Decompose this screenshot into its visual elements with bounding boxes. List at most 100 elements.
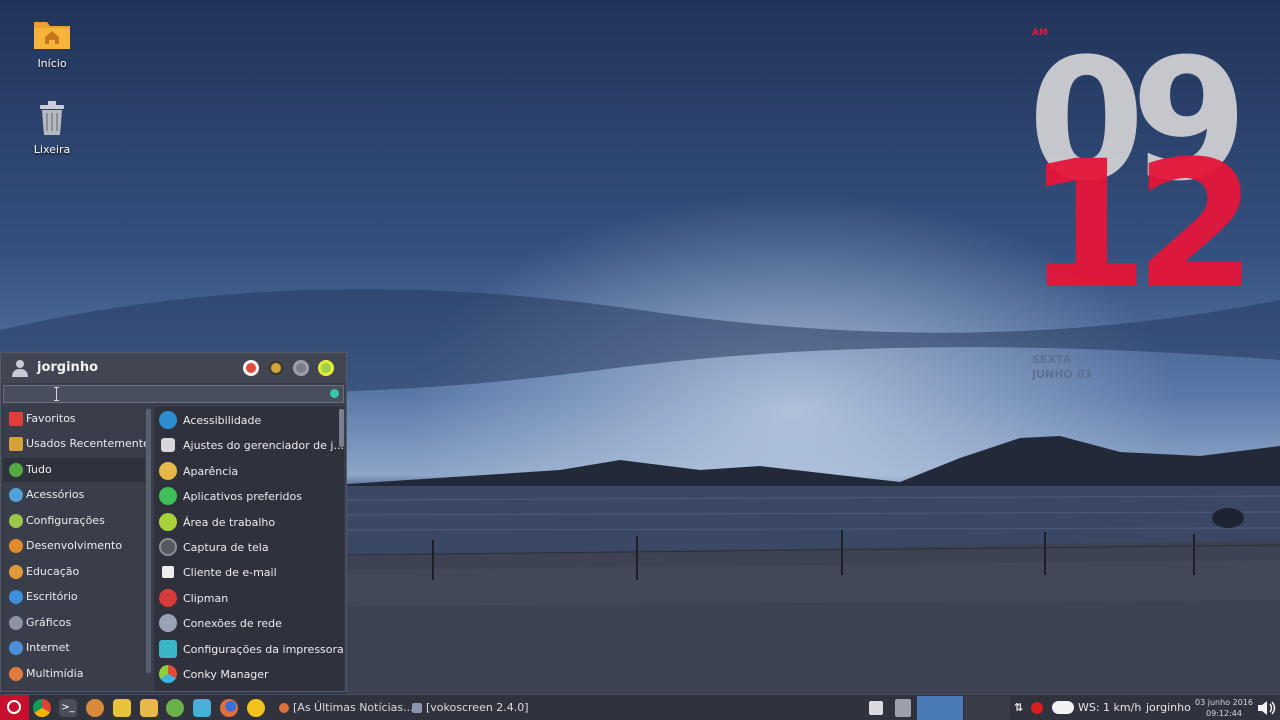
app-label: Ajustes do gerenciador de j... — [183, 439, 344, 452]
app-acessibilidade[interactable]: Acessibilidade — [154, 408, 338, 432]
category-label: Educação — [26, 565, 80, 578]
graphics-icon — [9, 616, 23, 630]
category-configuracoes[interactable]: Configurações — [3, 509, 145, 533]
category-internet[interactable]: Internet — [3, 636, 145, 660]
internet-icon — [9, 641, 23, 655]
category-acessorios[interactable]: Acessórios — [3, 483, 145, 507]
browser-task-icon — [279, 703, 289, 713]
network-transfer-icon[interactable]: ⇅ — [1014, 701, 1023, 714]
power-icon[interactable] — [318, 360, 334, 376]
chrome-icon[interactable] — [33, 699, 51, 717]
workspace-2[interactable] — [964, 696, 1010, 720]
app-conky-manager[interactable]: Conky Manager — [154, 662, 338, 686]
app-ajustes-gerenciador-janelas[interactable]: Ajustes do gerenciador de j... — [154, 433, 344, 457]
workspace-1[interactable] — [917, 696, 963, 720]
tray-date: 03 junho 2016 — [1195, 698, 1253, 707]
education-icon — [9, 565, 23, 579]
app-cliente-de-email[interactable]: Cliente de e-mail — [154, 560, 338, 584]
desktop-icon-trash-label: Lixeira — [33, 143, 71, 156]
category-label: Desenvolvimento — [26, 539, 123, 552]
screenshot-icon — [159, 538, 177, 556]
task-vokoscreen-label: [vokoscreen 2.4.0] — [426, 701, 529, 714]
email-icon — [162, 566, 174, 578]
text-cursor-icon — [54, 387, 59, 401]
trash-icon[interactable] — [895, 699, 911, 717]
tray-clock[interactable]: 03 junho 2016 09:12:44 — [1194, 697, 1254, 719]
category-scrollbar[interactable] — [146, 409, 151, 673]
file-manager-icon[interactable] — [140, 699, 158, 717]
window-manager-icon — [161, 438, 175, 452]
text-editor-icon[interactable] — [193, 699, 211, 717]
category-desenvolvimento[interactable]: Desenvolvimento — [3, 534, 145, 558]
office-icon — [9, 590, 23, 604]
category-label: Internet — [26, 641, 70, 654]
firefox-icon[interactable] — [220, 699, 238, 717]
tray-username: jorginho — [1146, 701, 1191, 714]
app-clipman[interactable]: Clipman — [154, 586, 338, 610]
logout-icon[interactable] — [293, 360, 309, 376]
notes-icon[interactable] — [113, 699, 131, 717]
category-favoritos[interactable]: Favoritos — [3, 407, 145, 431]
app-label: Captura de tela — [183, 541, 269, 554]
preferred-apps-icon — [159, 487, 177, 505]
category-multimidia[interactable]: Multimídia — [3, 662, 145, 686]
gimp-icon[interactable] — [86, 699, 104, 717]
menu-search-input[interactable] — [3, 385, 344, 403]
weather-wind: WS: 1 km/h — [1078, 701, 1142, 714]
multimedia-icon — [9, 667, 23, 681]
app-aparencia[interactable]: Aparência — [154, 459, 338, 483]
app-label: Configurações da impressora — [183, 643, 344, 656]
show-desktop-icon[interactable] — [869, 701, 883, 715]
category-graficos[interactable]: Gráficos — [3, 611, 145, 635]
desktop-icon-home-label: Início — [37, 57, 67, 70]
app-label: Aplicativos preferidos — [183, 490, 302, 503]
trash-icon — [40, 101, 64, 135]
category-label: Escritório — [26, 590, 78, 603]
app-configuracoes-impressora[interactable]: Configurações da impressora — [154, 637, 344, 661]
desktop-icon-trash[interactable]: Lixeira — [12, 100, 92, 156]
search-icon — [330, 389, 339, 398]
clipman-icon — [159, 589, 177, 607]
app-label: Área de trabalho — [183, 516, 276, 529]
software-center-icon[interactable] — [166, 699, 184, 717]
tray-time: 09:12:44 — [1206, 709, 1242, 718]
accessories-icon — [9, 488, 23, 502]
app-label: Clipman — [183, 592, 229, 605]
task-vokoscreen[interactable]: [vokoscreen 2.4.0] — [412, 695, 532, 720]
category-label: Configurações — [26, 514, 105, 527]
recent-icon — [9, 437, 23, 451]
debian-swirl — [7, 700, 21, 714]
task-browser[interactable]: [As Últimas Notícias... — [279, 695, 414, 720]
volume-icon[interactable] — [1257, 699, 1277, 717]
app-aplicativos-preferidos[interactable]: Aplicativos preferidos — [154, 484, 338, 508]
app-label: Aparência — [183, 465, 239, 478]
category-list: Favoritos Usados Recentemente Tudo Acess… — [1, 407, 150, 691]
debian-menu-icon[interactable] — [0, 695, 29, 720]
bookmark-icon — [9, 412, 23, 426]
lock-icon[interactable] — [243, 360, 259, 376]
desktop-icon — [159, 513, 177, 531]
category-educacao[interactable]: Educação — [3, 560, 145, 584]
app-conexoes-de-rede[interactable]: Conexões de rede — [154, 611, 338, 635]
category-label: Acessórios — [26, 488, 85, 501]
desktop-icon-home[interactable]: Início — [12, 18, 92, 70]
media-player-icon[interactable] — [247, 699, 265, 717]
terminal-icon[interactable]: >_ — [59, 699, 77, 717]
application-list: Acessibilidade Ajustes do gerenciador de… — [154, 407, 344, 691]
conky-date: SEXTA JUNHO 03 — [1032, 352, 1092, 382]
category-usados-recentemente[interactable]: Usados Recentemente — [3, 432, 150, 456]
category-label: Multimídia — [26, 667, 84, 680]
category-label: Favoritos — [26, 412, 76, 425]
category-escritorio[interactable]: Escritório — [3, 585, 145, 609]
category-label: Gráficos — [26, 616, 72, 629]
app-captura-de-tela[interactable]: Captura de tela — [154, 535, 338, 559]
vokoscreen-task-icon — [412, 703, 422, 713]
application-scrollbar[interactable] — [339, 409, 344, 447]
printer-icon — [159, 640, 177, 658]
category-tudo[interactable]: Tudo — [3, 458, 145, 482]
shield-icon[interactable] — [268, 360, 284, 376]
accessibility-icon — [159, 411, 177, 429]
record-icon[interactable] — [1031, 702, 1043, 714]
app-area-de-trabalho[interactable]: Área de trabalho — [154, 510, 338, 534]
category-label: Usados Recentemente — [26, 437, 150, 450]
